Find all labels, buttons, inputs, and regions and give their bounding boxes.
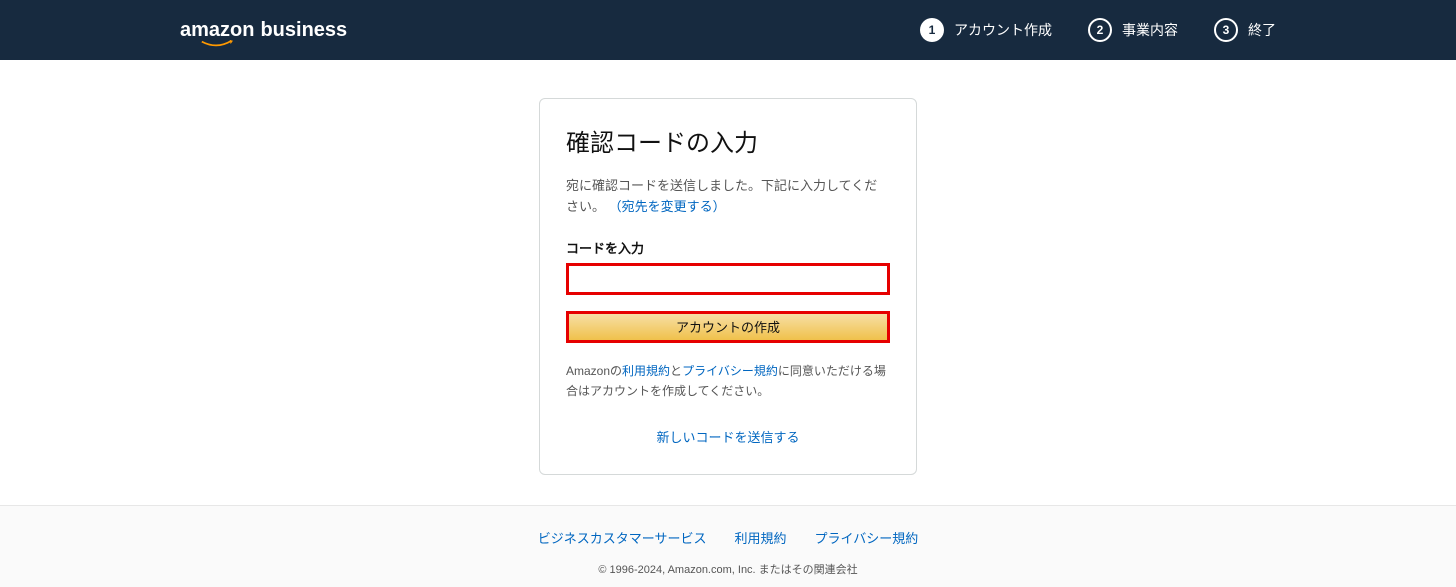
terms-of-use-link[interactable]: 利用規約 [622,364,670,378]
step-3-label: 終了 [1248,20,1276,40]
amazon-smile-icon [198,40,236,48]
amazon-business-logo[interactable]: amazon business [180,19,347,42]
change-recipient-link[interactable]: （宛先を変更する） [609,199,726,214]
resend-code-link[interactable]: 新しいコードを送信する [656,430,799,445]
step-1-label: アカウント作成 [954,20,1052,40]
progress-steps: 1 アカウント作成 2 事業内容 3 終了 [920,18,1276,42]
card-title: 確認コードの入力 [566,123,890,158]
step-1-circle: 1 [920,18,944,42]
instruction-text: 宛に確認コードを送信しました。下記に入力してください。 （宛先を変更する） [566,176,890,218]
step-3-circle: 3 [1214,18,1238,42]
resend-code-container: 新しいコードを送信する [566,427,890,446]
logo-amazon-text: amazon [180,19,254,42]
main-content: 確認コードの入力 宛に確認コードを送信しました。下記に入力してください。 （宛先… [0,60,1456,505]
footer-links: ビジネスカスタマーサービス 利用規約 プライバシー規約 [0,528,1456,547]
step-2-label: 事業内容 [1122,20,1178,40]
verification-card: 確認コードの入力 宛に確認コードを送信しました。下記に入力してください。 （宛先… [539,98,917,475]
step-finish: 3 終了 [1214,18,1276,42]
code-field-label: コードを入力 [566,238,890,257]
create-account-button[interactable]: アカウントの作成 [566,311,890,343]
terms-text: Amazonの利用規約とプライバシー規約に同意いただける場合はアカウントを作成し… [566,361,890,402]
privacy-policy-link[interactable]: プライバシー規約 [682,364,778,378]
code-input[interactable] [566,263,890,295]
copyright-text: © 1996-2024, Amazon.com, Inc. またはその関連会社 [0,561,1456,577]
logo-business-text: business [260,19,347,42]
footer: ビジネスカスタマーサービス 利用規約 プライバシー規約 © 1996-2024,… [0,505,1456,587]
header: amazon business 1 アカウント作成 2 事業内容 3 終了 [0,0,1456,60]
step-2-circle: 2 [1088,18,1112,42]
step-account-create: 1 アカウント作成 [920,18,1052,42]
footer-terms-link[interactable]: 利用規約 [734,528,786,547]
footer-privacy-link[interactable]: プライバシー規約 [815,528,919,547]
step-business-info: 2 事業内容 [1088,18,1178,42]
footer-customer-service-link[interactable]: ビジネスカスタマーサービス [538,528,707,547]
